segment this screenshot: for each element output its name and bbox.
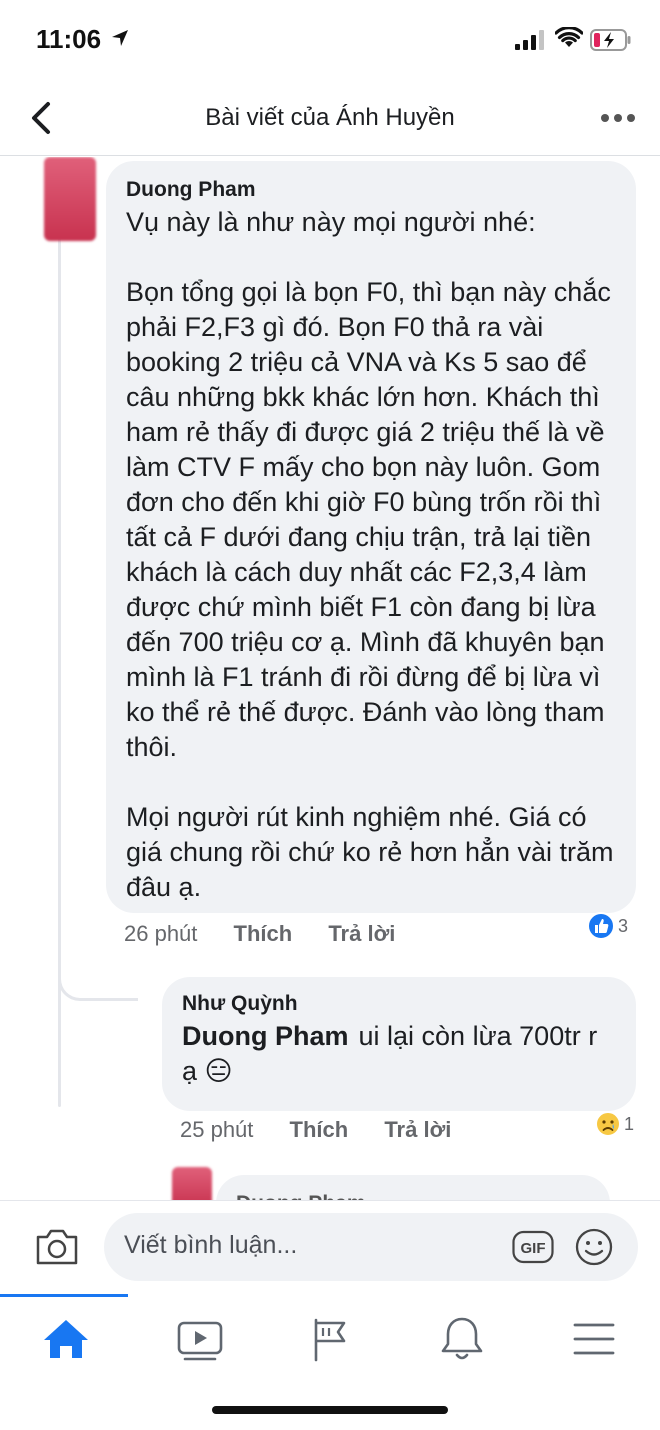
thread-connector-elbow <box>58 977 138 1001</box>
comment-composer: Viết bình luận... GIF <box>0 1200 660 1294</box>
location-arrow-icon <box>112 30 128 46</box>
tab-notifications[interactable] <box>432 1314 492 1364</box>
avatar[interactable] <box>44 157 96 241</box>
bottom-tab-bar <box>0 1294 660 1430</box>
video-icon <box>177 1321 223 1361</box>
comment-timestamp: 25 phút <box>180 1117 254 1142</box>
home-indicator <box>212 1406 448 1414</box>
comment-author[interactable]: Duong Pham <box>126 175 618 205</box>
mention-link[interactable]: Duong Pham <box>182 1021 349 1051</box>
expressionless-emoji: 😑 <box>204 1056 233 1086</box>
thread-connector-line <box>58 187 61 1107</box>
tab-video[interactable] <box>170 1314 230 1364</box>
status-time: 11:06 <box>36 24 102 54</box>
gif-label: GIF <box>521 1240 546 1257</box>
like-button[interactable]: Thích <box>234 921 293 946</box>
more-options-icon[interactable] <box>600 108 636 128</box>
gif-button[interactable]: GIF <box>512 1229 554 1265</box>
comment-thread: Duong Pham Vụ này là như này mọi người n… <box>0 157 660 1200</box>
pages-flag-icon <box>314 1318 346 1362</box>
page-title: Bài viết của Ánh Huyền <box>205 104 455 131</box>
app-header: Bài viết của Ánh Huyền <box>0 80 660 156</box>
reaction-count: 3 <box>618 915 629 936</box>
reaction-summary[interactable]: 3 <box>586 911 628 941</box>
thumbs-up-icon <box>587 912 615 940</box>
notifications-bell-icon <box>441 1317 483 1360</box>
comment-author[interactable]: Duong Pham <box>236 1189 592 1200</box>
status-bar: 11:06 <box>0 0 660 80</box>
tab-pages[interactable] <box>300 1314 360 1364</box>
menu-icon <box>573 1323 615 1355</box>
wifi-icon <box>555 27 583 47</box>
comment-timestamp: 26 phút <box>124 921 198 946</box>
reply-bubble: Như Quỳnh Duong Pham ui lại còn lừa 700tr… <box>162 977 636 1111</box>
reaction-count: 1 <box>624 1113 635 1134</box>
like-button[interactable]: Thích <box>290 1117 349 1142</box>
avatar[interactable] <box>172 1167 212 1200</box>
comment-paragraph: Vụ này là như này mọi người nhé: <box>126 207 536 237</box>
cellular-signal-icon <box>515 30 544 50</box>
tab-menu[interactable] <box>564 1314 624 1364</box>
comment-bubble: Duong Pham Vụ này là như này mọi người n… <box>106 161 636 913</box>
emoji-icon[interactable] <box>574 1227 614 1267</box>
comment-actions: 26 phút Thích Trả lời <box>124 921 425 947</box>
active-tab-indicator <box>0 1294 128 1297</box>
comment-paragraph: Bọn tổng gọi là bọn F0, thì bạn này chắc… <box>126 277 611 762</box>
reply-bubble: Duong Pham <box>216 1175 610 1200</box>
reply-button[interactable]: Trả lời <box>328 921 395 946</box>
sad-face-icon <box>595 1111 621 1137</box>
reaction-summary[interactable]: 1 <box>594 1109 634 1139</box>
reply-button[interactable]: Trả lời <box>384 1117 451 1142</box>
comment-paragraph: Mọi người rút kinh nghiệm nhé. Giá có gi… <box>126 802 614 902</box>
comment-author[interactable]: Như Quỳnh <box>182 989 618 1019</box>
tab-home[interactable] <box>36 1314 96 1364</box>
comment-input[interactable]: Viết bình luận... GIF <box>104 1213 638 1281</box>
camera-icon[interactable] <box>34 1225 80 1269</box>
battery-charging-icon <box>590 29 631 51</box>
comment-placeholder: Viết bình luận... <box>124 1231 298 1259</box>
home-icon <box>44 1320 88 1358</box>
comment-actions: 25 phút Thích Trả lời <box>180 1117 481 1143</box>
